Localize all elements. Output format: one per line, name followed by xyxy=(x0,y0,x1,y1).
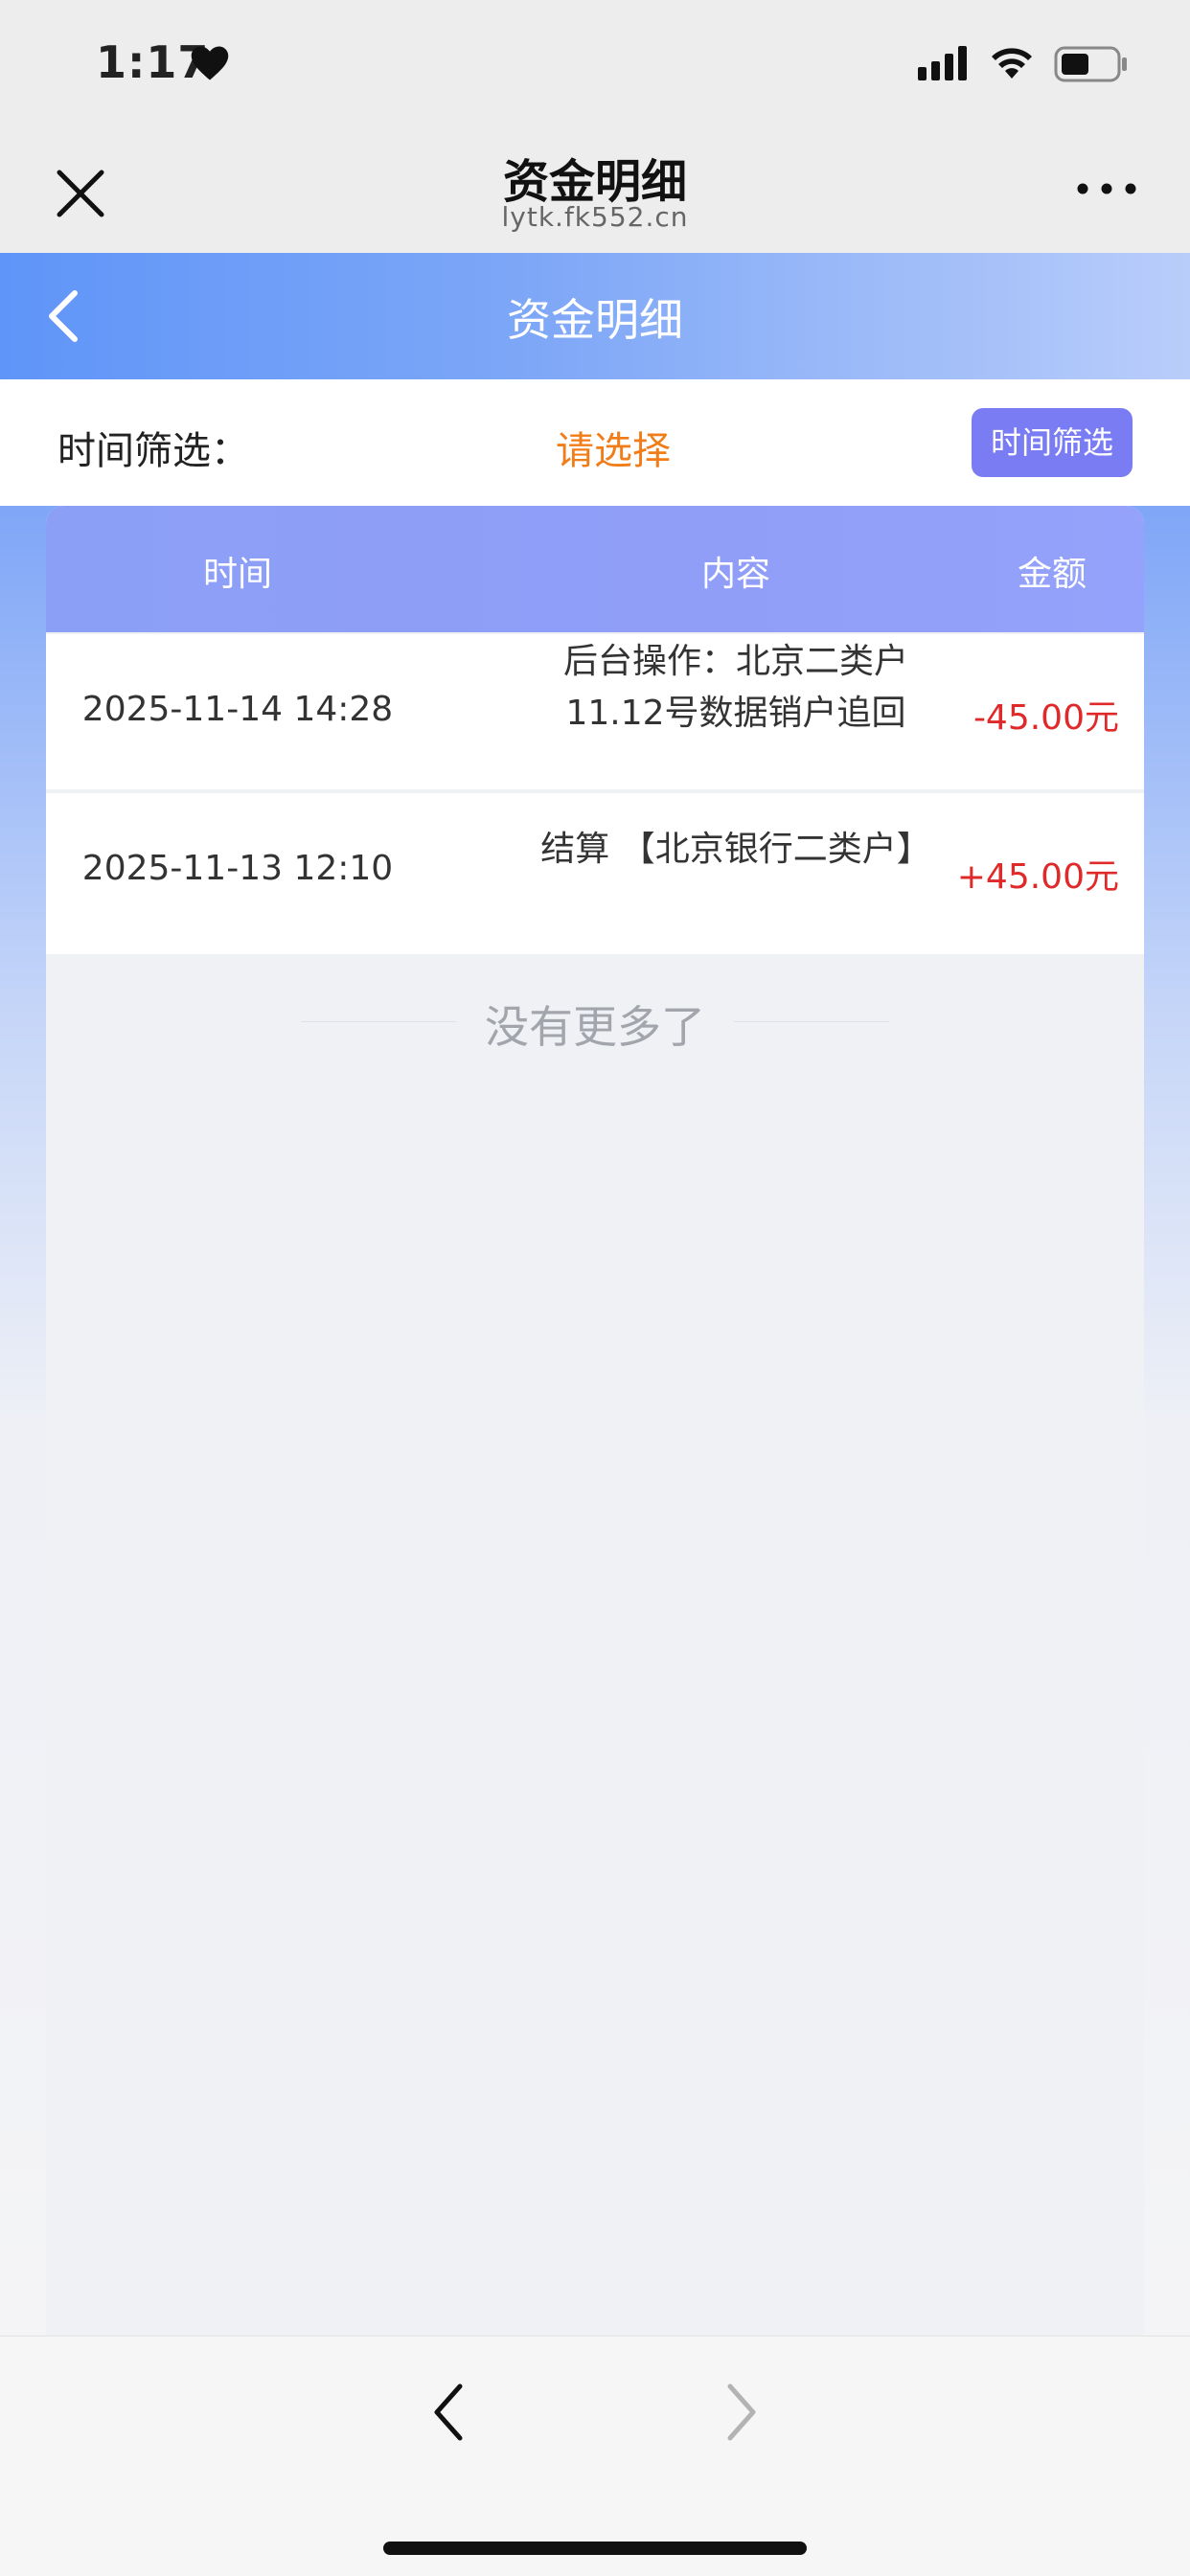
nav-forward-icon[interactable] xyxy=(721,2379,763,2446)
row-time: 2025-11-13 12:10 xyxy=(81,849,394,888)
browser-bottom-bar xyxy=(0,2336,1190,2576)
column-header-amount: 金额 xyxy=(1017,555,1087,594)
table-row: 2025-11-14 14:28 后台操作：北京二类户11.12号数据销户追回 … xyxy=(46,634,1144,789)
browser-topbar: 资金明细 lytk.fk552.cn xyxy=(0,126,1190,253)
table-header: 时间 内容 金额 xyxy=(46,506,1144,632)
row-time: 2025-11-14 14:28 xyxy=(81,690,394,729)
filter-label: 时间筛选： xyxy=(57,429,249,473)
nav-back-icon[interactable] xyxy=(427,2379,469,2446)
time-filter-button[interactable]: 时间筛选 xyxy=(972,408,1133,477)
status-bar: 1:17 xyxy=(0,0,1190,126)
home-indicator xyxy=(383,2542,807,2555)
heart-icon xyxy=(191,46,229,80)
time-select[interactable]: 请选择 xyxy=(556,420,671,475)
no-more-text: 没有更多了 xyxy=(485,1001,705,1053)
row-content: 结算 【北京银行二类户】 xyxy=(540,830,931,869)
row-amount: -45.00元 xyxy=(973,698,1119,738)
page-domain: lytk.fk552.cn xyxy=(501,201,689,233)
row-content: 后台操作：北京二类户11.12号数据销户追回 xyxy=(562,642,908,733)
no-more-indicator: 没有更多了 xyxy=(46,985,1144,1053)
row-amount: +45.00元 xyxy=(956,857,1119,897)
column-header-time: 时间 xyxy=(202,555,272,594)
header-title: 资金明细 xyxy=(507,294,683,346)
more-icon[interactable] xyxy=(1073,174,1140,203)
battery-icon xyxy=(1054,46,1127,82)
app-header: 资金明细 xyxy=(0,253,1190,379)
signal-icon xyxy=(918,46,967,80)
time-filter-row: 时间筛选： 请选择 时间筛选 xyxy=(0,379,1190,506)
transaction-card: 时间 内容 金额 2025-11-14 14:28 后台操作：北京二类户11.1… xyxy=(46,506,1144,2336)
column-header-content: 内容 xyxy=(700,555,770,594)
wifi-icon xyxy=(992,48,1032,79)
table-row: 2025-11-13 12:10 结算 【北京银行二类户】 +45.00元 xyxy=(46,793,1144,954)
